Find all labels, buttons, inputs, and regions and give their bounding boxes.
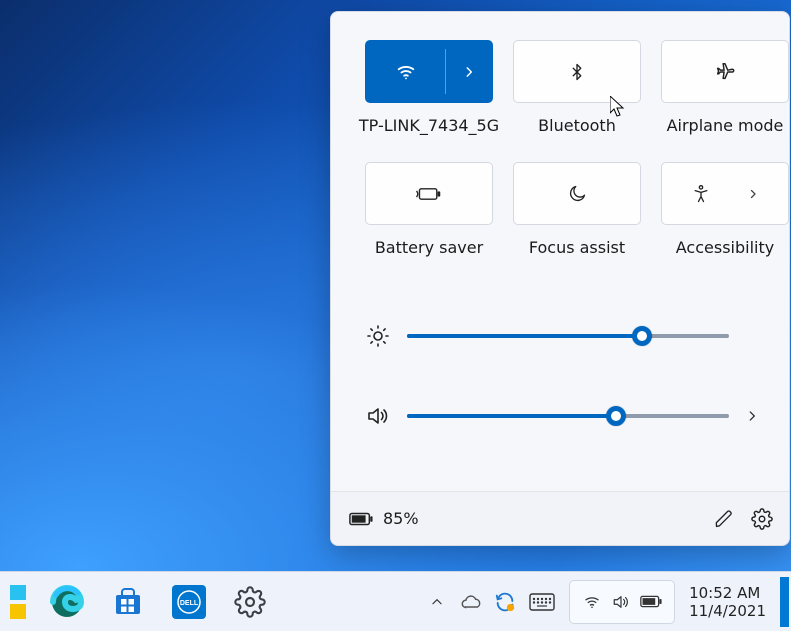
airplane-mode-tile[interactable] (661, 40, 789, 103)
taskbar-settings-button[interactable] (227, 579, 272, 624)
bluetooth-icon (568, 61, 586, 83)
volume-slider[interactable] (407, 414, 729, 418)
clock-date: 11/4/2021 (689, 602, 766, 620)
accessibility-icon (691, 183, 711, 205)
battery-icon (640, 595, 662, 608)
volume-icon (611, 593, 631, 611)
quick-settings-body: TP-LINK_7434_5G Bluetooth (331, 12, 789, 491)
taskbar-pinned-apps: DELL (0, 579, 272, 624)
moon-icon (567, 184, 587, 204)
update-icon (494, 591, 516, 613)
tile-wrap-focus: Focus assist (513, 162, 641, 257)
network-volume-battery-button[interactable] (569, 580, 675, 624)
wifi-tile[interactable] (365, 40, 493, 103)
wifi-expand-button[interactable] (445, 65, 492, 79)
brightness-thumb[interactable] (632, 326, 652, 346)
tile-wrap-bluetooth: Bluetooth (513, 40, 641, 135)
volume-icon (365, 404, 391, 428)
brightness-icon (365, 324, 391, 348)
bluetooth-tile-label: Bluetooth (538, 116, 616, 135)
wifi-icon (582, 593, 602, 611)
svg-text:DELL: DELL (179, 600, 198, 607)
quick-settings-footer: 85% (331, 491, 789, 545)
chevron-right-icon (747, 188, 759, 200)
chevron-right-icon (462, 65, 476, 79)
taskbar-store-button[interactable] (105, 579, 150, 624)
wifi-toggle-area[interactable] (366, 61, 445, 83)
quick-settings-panel: TP-LINK_7434_5G Bluetooth (330, 11, 790, 546)
tile-wrap-accessibility: Accessibility (661, 162, 789, 257)
tray-input-button[interactable] (523, 572, 561, 631)
tile-wrap-wifi: TP-LINK_7434_5G (365, 40, 493, 135)
brightness-slider[interactable] (407, 334, 729, 338)
tile-wrap-battery-saver: Battery saver (365, 162, 493, 257)
taskbar-edge-button[interactable] (44, 579, 89, 624)
volume-slider-row (365, 404, 769, 428)
taskbar: DELL (0, 571, 791, 631)
notifications-button[interactable] (780, 577, 789, 627)
clock-time: 10:52 AM (689, 584, 766, 602)
taskbar-dell-button[interactable]: DELL (166, 579, 211, 624)
chevron-up-icon (430, 595, 444, 609)
brightness-slider-row (365, 324, 769, 348)
bluetooth-tile[interactable] (513, 40, 641, 103)
tray-windows-update-button[interactable] (489, 572, 521, 631)
battery-saver-tile-label: Battery saver (375, 238, 483, 257)
wifi-icon (395, 61, 417, 83)
accessibility-tile[interactable] (661, 162, 789, 225)
tile-wrap-airplane: Airplane mode (661, 40, 789, 135)
focus-assist-tile-label: Focus assist (529, 238, 625, 257)
tray-overflow-button[interactable] (421, 572, 453, 631)
focus-assist-tile[interactable] (513, 162, 641, 225)
taskbar-clock[interactable]: 10:52 AM 11/4/2021 (683, 584, 772, 620)
start-button[interactable] (6, 579, 28, 624)
open-settings-button[interactable] (743, 500, 781, 538)
battery-icon (349, 512, 373, 526)
quick-settings-grid: TP-LINK_7434_5G Bluetooth (365, 40, 769, 284)
volume-thumb[interactable] (606, 406, 626, 426)
pencil-icon (714, 509, 734, 529)
airplane-tile-label: Airplane mode (667, 116, 784, 135)
volume-output-button[interactable] (745, 409, 765, 423)
battery-status[interactable]: 85% (349, 509, 419, 528)
airplane-icon (713, 61, 737, 83)
battery-saver-tile[interactable] (365, 162, 493, 225)
tray-onedrive-button[interactable] (455, 572, 487, 631)
keyboard-icon (529, 593, 555, 611)
edit-quick-settings-button[interactable] (705, 500, 743, 538)
accessibility-tile-label: Accessibility (676, 238, 774, 257)
battery-saver-icon (416, 185, 442, 203)
mouse-cursor (610, 96, 625, 118)
cloud-icon (460, 594, 482, 610)
gear-icon (751, 508, 773, 530)
battery-percent-text: 85% (383, 509, 419, 528)
taskbar-system-tray: 10:52 AM 11/4/2021 (421, 572, 791, 631)
wifi-tile-label: TP-LINK_7434_5G (359, 116, 499, 135)
